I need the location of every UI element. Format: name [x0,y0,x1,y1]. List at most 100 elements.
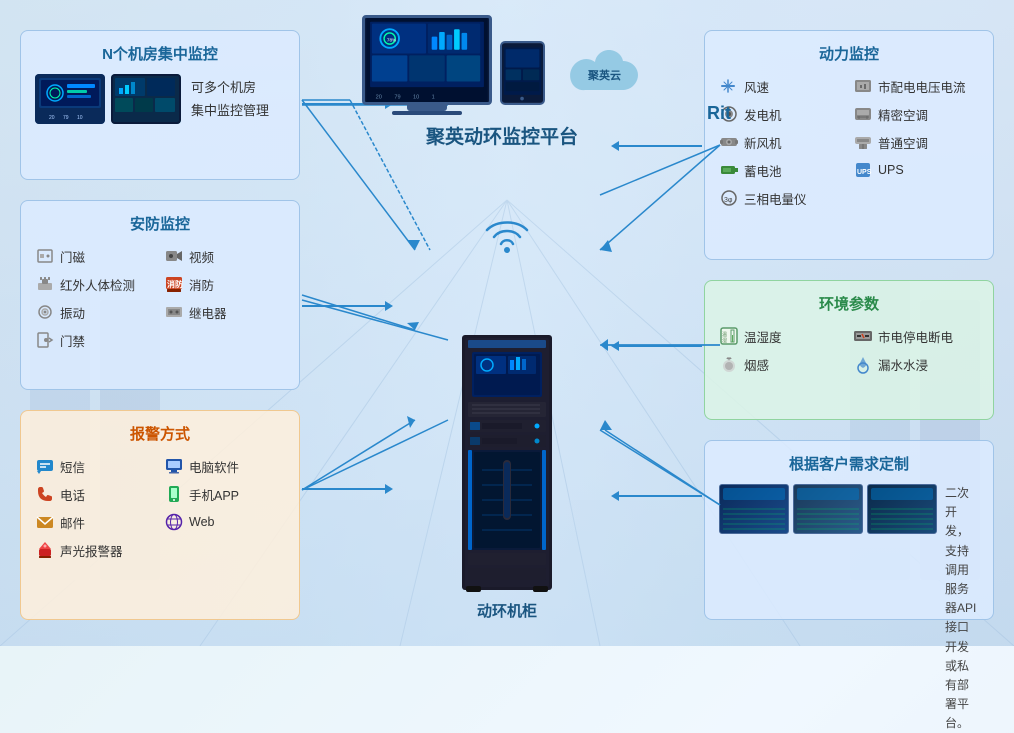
door-magnetic-icon [35,246,55,266]
n-monitor-title: N个机房集中监控 [35,43,285,64]
precision-ac-icon [853,104,873,124]
env-items: 温湿 温湿度 市电停电断电 烟感 漏水水浸 [719,324,979,376]
server-thumbnails: 20 79 10 [35,74,181,124]
cloud-container: 聚英云 [558,45,643,115]
security-panel: 安防监控 门磁 视频 红外人体检测 [20,200,300,390]
n-monitor-panel: N个机房集中监控 20 79 [20,30,300,180]
rit-label: Rit [707,103,731,124]
monitor-screen: 78% 20 79 10 1 [365,18,489,102]
security-item-fire: 消防 消防 [164,272,285,296]
svg-text:消防: 消防 [167,279,183,289]
video-icon [164,246,184,266]
security-item-door-magnetic: 门磁 [35,244,156,268]
device-row: 78% 20 79 10 1 [362,15,643,115]
security-item-vibration: 振动 [35,300,156,324]
env-water-leak: 漏水水浸 [853,352,979,376]
arrow-head-5 [611,341,619,351]
conn-alarm [302,488,387,490]
fire-icon: 消防 [164,274,184,294]
cabinet-svg [452,330,562,600]
conn-custom [617,495,702,497]
power-fresh-air: 新风机 [719,130,845,154]
sms-icon [35,456,55,476]
threephase-icon: 3φ [719,188,739,208]
power-panel: 动力监控 风速 市配电电压电流 发电机 [704,30,994,260]
svg-text:聚英云: 聚英云 [587,68,621,82]
svg-text:10: 10 [413,94,419,100]
fresh-air-icon [719,132,739,152]
env-power-outage: 市电停电断电 [853,324,979,348]
alarm-items: 短信 电脑软件 电话 手机APP [35,454,285,562]
pc-icon [164,456,184,476]
power-3phase: 3φ 三相电量仪 [719,186,845,210]
server-thumb-2 [111,74,181,124]
custom-title: 根据客户需求定制 [719,453,979,474]
svg-text:湿: 湿 [722,337,727,344]
custom-screenshots [719,484,937,534]
app-icon [164,484,184,504]
screenshot-2 [793,484,863,534]
conn-env [617,345,702,347]
alarm-email: 邮件 [35,510,156,534]
power-title: 动力监控 [719,43,979,64]
screenshot-3 [867,484,937,534]
svg-text:UPS: UPS [857,169,872,176]
screenshot-1 [719,484,789,534]
infrared-icon [35,274,55,294]
alarm-app: 手机APP [164,482,285,506]
svg-text:20: 20 [375,94,381,100]
svg-text:3φ: 3φ [724,197,733,204]
wind-icon [719,76,739,96]
alarm-pc: 电脑软件 [164,454,285,478]
conn-security [302,305,387,307]
alarm-phone: 电话 [35,482,156,506]
svg-text:79: 79 [394,94,400,100]
alarm-panel: 报警方式 短信 电脑软件 电话 [20,410,300,620]
power-common-ac: 普通空调 [853,130,979,154]
cabinet-title: 动环机柜 [477,600,537,621]
security-title: 安防监控 [35,213,285,234]
alarm-web: Web [164,510,285,534]
security-item-infrared: 红外人体检测 [35,272,156,296]
smoke-icon [719,354,739,374]
monitor-device: 78% 20 79 10 1 [362,15,492,115]
arrow-head-6 [611,491,619,501]
alarm-siren: 声光报警器 [35,538,156,562]
tablet-device [500,41,545,105]
power-elec: 市配电电压电流 [853,74,979,98]
svg-text:20: 20 [49,115,55,121]
battery-icon [719,160,739,180]
main-container: N个机房集中监控 20 79 [0,0,1014,646]
relay-icon [164,302,184,322]
security-item-access: 门禁 [35,328,156,352]
cabinet-section: 动环机柜 [452,330,562,621]
alarm-sms: 短信 [35,454,156,478]
temp-humidity-icon: 温湿 [719,326,739,346]
n-monitor-content: 20 79 10 [35,74,285,124]
elec-icon [853,76,873,96]
siren-icon [35,540,55,560]
security-items: 门磁 视频 红外人体检测 消防 消防 [35,244,285,352]
common-ac-icon [853,132,873,152]
power-wind: 风速 [719,74,845,98]
n-monitor-text: 可多个机房 集中监控管理 [191,76,269,123]
svg-text:78%: 78% [386,37,395,42]
power-items: 风速 市配电电压电流 发电机 精密空调 [719,74,979,210]
access-icon [35,330,55,350]
security-item-relay: 继电器 [164,300,285,324]
cloud-svg: 聚英云 [558,45,643,110]
svg-text:1: 1 [431,94,434,100]
ups-icon: UPS [853,160,873,180]
water-leak-icon [853,354,873,374]
power-ups: UPS UPS [853,158,979,182]
monitor-base [392,111,462,115]
custom-content: 二次开发，支持调用服务器API接口开发或私有部署平台。 [719,484,979,733]
email-icon [35,512,55,532]
env-title: 环境参数 [719,293,979,314]
security-item-video: 视频 [164,244,285,268]
power-outage-icon [853,326,873,346]
wifi-symbol [482,215,532,260]
phone-icon [35,484,55,504]
svg-text:温: 温 [722,331,727,338]
custom-desc: 二次开发，支持调用服务器API接口开发或私有部署平台。 [945,484,979,733]
